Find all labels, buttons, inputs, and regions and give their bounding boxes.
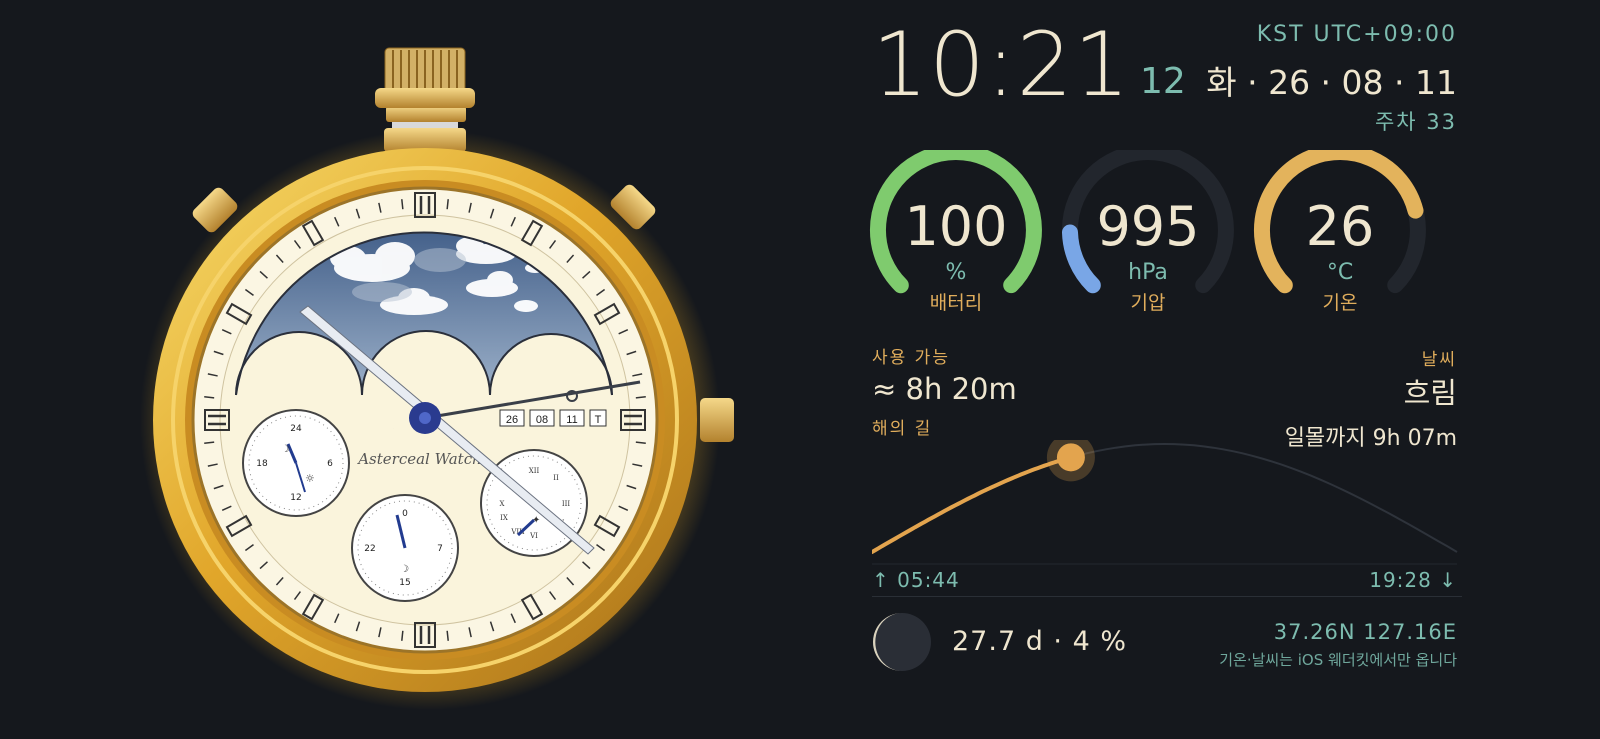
temperature-unit: °C <box>1326 260 1354 285</box>
svg-text:✦: ✦ <box>532 515 540 526</box>
svg-text:III: III <box>562 500 571 508</box>
info-panel: 10:21 12 KST UTC+09:00 화 · 26 · 08 · 11 … <box>869 0 1462 739</box>
weather-label: 날씨 <box>1421 350 1457 370</box>
sunset-time: 19:28 ↓ <box>1369 568 1457 592</box>
svg-text:XII: XII <box>529 467 540 475</box>
battery-label: 배터리 <box>929 292 983 314</box>
pocket-watch: 26 08 11 T Asterceal Watch 24 6 12 18 ☽ … <box>0 0 760 739</box>
temperature-value: 26 <box>1305 195 1375 258</box>
sun-path-label: 해의 길 <box>872 419 933 439</box>
week-label: 주차 33 <box>1374 110 1457 134</box>
clock-time: 10:21 <box>872 13 1131 116</box>
svg-text:0: 0 <box>402 509 408 519</box>
pressure-label: 기압 <box>1130 292 1166 314</box>
svg-text:12: 12 <box>290 493 301 503</box>
subdial-left: 24 6 12 18 ☽ ☼ <box>242 409 350 517</box>
svg-text:IX: IX <box>500 514 508 522</box>
svg-text:15: 15 <box>399 578 410 588</box>
sunrise-time: ↑ 05:44 <box>872 568 960 592</box>
date-label: 화 · 26 · 08 · 11 <box>1206 63 1457 102</box>
svg-text:22: 22 <box>364 544 375 554</box>
date-window-year: 11 <box>566 414 577 426</box>
subdial-bottom: 0 7 15 22 ☽ <box>351 494 459 602</box>
watch-face-graphic: 26 08 11 T Asterceal Watch 24 6 12 18 ☽ … <box>140 47 734 710</box>
temperature-label: 기온 <box>1322 292 1358 314</box>
sun-position-icon <box>1056 443 1085 472</box>
battery-unit: % <box>945 260 967 285</box>
date-window-weekday: T <box>595 414 602 426</box>
battery-time-label: 사용 가능 <box>872 348 950 368</box>
svg-text:18: 18 <box>256 459 268 469</box>
clock-seconds: 12 <box>1140 61 1186 102</box>
date-window-day: 26 <box>506 414 518 426</box>
svg-text:☽: ☽ <box>400 564 409 575</box>
svg-text:24: 24 <box>290 424 302 434</box>
temperature-gauge: 26 °C 기온 <box>1248 150 1432 322</box>
location-coords: 37.26N 127.16E <box>1273 620 1457 644</box>
svg-text:X: X <box>500 500 505 508</box>
moon-info: 27.7 d · 4 % <box>952 626 1128 657</box>
date-windows: 26 08 11 T <box>499 409 607 427</box>
svg-text:☼: ☼ <box>305 472 315 485</box>
svg-text:☽: ☽ <box>281 444 290 455</box>
timezone-label: KST UTC+09:00 <box>1256 22 1457 47</box>
svg-text:II: II <box>553 474 559 482</box>
svg-text:VI: VI <box>529 532 538 540</box>
date-window-month: 08 <box>536 414 548 426</box>
pressure-value: 995 <box>1096 195 1200 258</box>
svg-text:7: 7 <box>437 544 443 554</box>
watch-brand: Asterceal Watch <box>356 450 482 468</box>
weather-source-note: 기온·날씨는 iOS 웨더킷에서만 옵니다 <box>1219 651 1457 669</box>
weather-value: 흐림 <box>1403 376 1457 410</box>
battery-time-value: ≈ 8h 20m <box>872 372 1017 406</box>
battery-value: 100 <box>904 195 1008 258</box>
divider <box>872 596 1462 597</box>
battery-gauge: 100 % 배터리 <box>864 150 1048 322</box>
pressure-gauge: 995 hPa 기압 <box>1056 150 1240 322</box>
svg-text:6: 6 <box>327 459 333 469</box>
moon-phase-icon <box>873 613 931 671</box>
pressure-unit: hPa <box>1128 260 1168 285</box>
